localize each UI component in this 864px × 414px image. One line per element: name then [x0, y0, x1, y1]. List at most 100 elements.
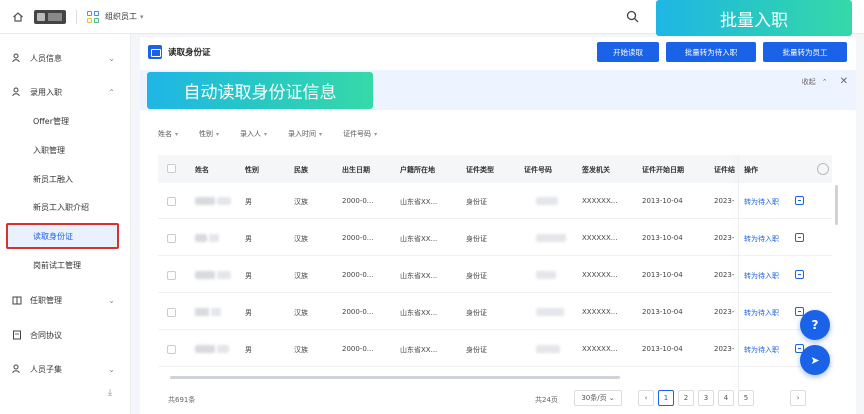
expand-icon[interactable] [795, 233, 804, 242]
col-birth-date[interactable]: 出生日期 [342, 165, 370, 175]
horizontal-scrollbar[interactable] [170, 376, 620, 379]
convert-to-pending-link[interactable]: 转为待入职 [744, 345, 779, 355]
search-icon[interactable] [626, 10, 639, 23]
sidebar-subitem-integration[interactable]: 新员工融入 [0, 168, 131, 190]
page-size-select[interactable]: 30条/页 ⌄ [574, 390, 622, 406]
filter-entered-time[interactable]: 录入时间 ▾ [288, 129, 322, 139]
col-gender[interactable]: 性别 [245, 165, 259, 175]
next-page-button[interactable]: › [790, 390, 806, 406]
collapse-sidebar-icon[interactable]: ⤓ [108, 388, 112, 398]
page-1-button[interactable]: 1 [658, 390, 674, 406]
sidebar-subitem-onboarding[interactable]: 入职管理 [0, 139, 131, 161]
batch-to-employee-button[interactable]: 批量转为员工 [763, 42, 847, 62]
convert-to-pending-link[interactable]: 转为待入职 [744, 234, 779, 244]
sidebar-subitem-intro[interactable]: 新员工入职介绍 [0, 196, 131, 218]
expand-icon[interactable] [795, 270, 804, 279]
cell-birth-date: 2000-0... [342, 308, 374, 316]
redacted-name [209, 234, 219, 242]
cell-start-date: 2013-10-04 [642, 234, 683, 242]
org-switcher-label[interactable]: 组织员工 [105, 11, 137, 22]
sidebar-item-personnel-info[interactable]: 人员信息 ⌄ [0, 47, 131, 69]
filter-id-number[interactable]: 证件号码 ▾ [343, 129, 377, 139]
col-end-date[interactable]: 证件结 [714, 165, 735, 175]
sidebar-item-position[interactable]: 任职管理 ⌄ [0, 289, 131, 311]
cell-ethnicity: 汉族 [294, 272, 308, 280]
sidebar-item-contract[interactable]: 合同协议 [0, 324, 131, 346]
total-count: 共691条 [168, 396, 196, 404]
cell-issuing-authority: XXXXXX... [582, 197, 618, 205]
caret-down-icon: ▾ [175, 131, 179, 138]
cell-gender: 男 [245, 272, 252, 280]
row-checkbox[interactable] [167, 271, 176, 280]
col-actions: 操作 [744, 166, 758, 174]
prev-page-button[interactable]: ‹ [638, 390, 654, 406]
caret-down-icon: ▾ [216, 131, 220, 138]
filter-label: 性别 [199, 130, 214, 138]
fixed-column-divider [738, 155, 739, 390]
sidebar-subitem-read-id-card[interactable]: 读取身份证 [6, 223, 119, 249]
col-start-date[interactable]: 证件开始日期 [642, 165, 684, 175]
row-checkbox[interactable] [167, 345, 176, 354]
redacted-name [217, 271, 231, 279]
col-id-type[interactable]: 证件类型 [466, 165, 494, 175]
cell-birth-date: 2000-0... [342, 271, 374, 279]
batch-to-pending-button[interactable]: 批量转为待入职 [666, 42, 756, 62]
send-button[interactable]: ➤ [800, 345, 830, 375]
row-checkbox[interactable] [167, 234, 176, 243]
cell-issuing-authority: XXXXXX... [582, 271, 618, 279]
filter-entered-by[interactable]: 录入人 ▾ [240, 129, 267, 139]
sidebar-item-subsets[interactable]: 人员子集 ⌄ [0, 358, 131, 380]
select-all-checkbox[interactable] [167, 164, 176, 173]
col-issuing-authority[interactable]: 签发机关 [582, 165, 610, 175]
convert-to-pending-link[interactable]: 转为待入职 [744, 308, 779, 318]
redacted-name [195, 308, 209, 316]
cell-issuing-authority: XXXXXX... [582, 308, 618, 316]
convert-to-pending-link[interactable]: 转为待入职 [744, 271, 779, 281]
redacted-id-number [536, 197, 558, 205]
col-name[interactable]: 姓名 [195, 165, 209, 175]
gear-icon[interactable] [817, 163, 829, 175]
cell-start-date: 2013-10-04 [642, 197, 683, 205]
apps-grid-icon[interactable] [87, 10, 99, 23]
convert-to-pending-link[interactable]: 转为待入职 [744, 197, 779, 207]
company-logo [34, 9, 66, 24]
page-3-button[interactable]: 3 [698, 390, 714, 406]
col-id-number[interactable]: 证件号码 [524, 165, 552, 175]
question-icon: ? [811, 318, 819, 332]
table-row: 男 汉族 2000-0... 山东省XX... 身份证 XXXXXX... 2013-10-… [158, 220, 832, 256]
users-icon [12, 364, 22, 374]
caret-down-icon: ▾ [374, 131, 378, 138]
vertical-scrollbar[interactable] [835, 185, 838, 225]
cell-ethnicity: 汉族 [294, 235, 308, 243]
chevron-down-icon: ⌄ [108, 53, 115, 63]
sidebar-subitem-offer[interactable]: Offer管理 [0, 110, 131, 132]
chevron-down-icon[interactable]: ▾ [140, 13, 144, 21]
callout-auto-read-id: 自动读取身份证信息 [147, 72, 373, 109]
filter-name[interactable]: 姓名 ▾ [158, 129, 178, 139]
cell-domicile: 山东省XX... [400, 235, 438, 243]
start-read-button[interactable]: 开始读取 [597, 42, 659, 62]
page-4-button[interactable]: 4 [718, 390, 734, 406]
page-2-button[interactable]: 2 [678, 390, 694, 406]
collapse-link[interactable]: 收起 [802, 77, 816, 87]
help-button[interactable]: ? [800, 310, 830, 340]
filter-gender[interactable]: 性别 ▾ [199, 129, 219, 139]
sidebar-item-label: 合同协议 [30, 330, 62, 340]
page-5-button[interactable]: 5 [738, 390, 754, 406]
chevron-up-icon[interactable]: ⌃ [822, 78, 828, 86]
sidebar-subitem-trial-work[interactable]: 岗前试工管理 [0, 254, 131, 276]
table-header: 姓名 性别 民族 出生日期 户籍所在地 证件类型 证件号码 签发机关 证件开始日… [158, 155, 832, 183]
col-ethnicity[interactable]: 民族 [294, 165, 308, 175]
cell-gender: 男 [245, 198, 252, 206]
sidebar-item-hiring[interactable]: 录用入职 ⌃ [0, 81, 131, 103]
expand-icon[interactable] [795, 196, 804, 205]
document-icon [12, 330, 22, 340]
row-checkbox[interactable] [167, 308, 176, 317]
cell-id-type: 身份证 [466, 198, 487, 206]
close-icon[interactable]: ✕ [840, 76, 848, 87]
row-checkbox[interactable] [167, 197, 176, 206]
home-icon[interactable] [12, 11, 24, 23]
col-domicile[interactable]: 户籍所在地 [400, 165, 435, 175]
redacted-id-number [536, 308, 564, 316]
info-panel-tools: 收起 ⌃ ✕ [802, 76, 848, 87]
